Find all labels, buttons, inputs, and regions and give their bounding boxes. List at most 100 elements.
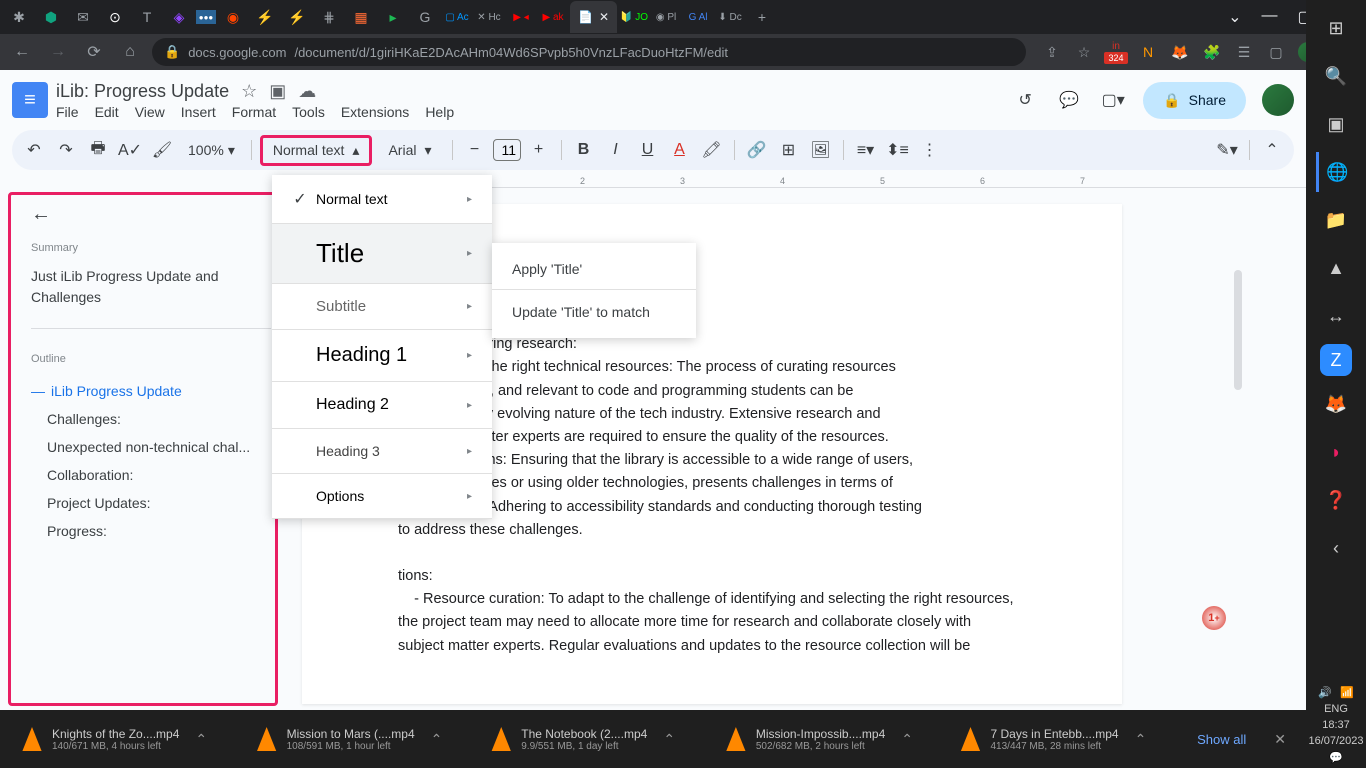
zoom-icon[interactable]: Z (1320, 344, 1352, 376)
reload-button[interactable]: ⟳ (80, 38, 108, 66)
download-item[interactable]: Mission-Impossib....mp4502/682 MB, 2 hou… (716, 723, 943, 756)
menu-help[interactable]: Help (425, 104, 454, 120)
clock-date[interactable]: 16/07/2023 (1308, 735, 1363, 747)
menu-insert[interactable]: Insert (181, 104, 216, 120)
tab-icon[interactable]: ⚡ (282, 3, 312, 31)
tab-icon[interactable]: ⬢ (36, 3, 66, 31)
ext-icon[interactable]: ☰ (1234, 42, 1254, 62)
style-option-options[interactable]: Options▸ (272, 474, 492, 519)
chevron-up-icon[interactable]: ⌃ (1127, 731, 1155, 748)
outline-item[interactable]: Progress: (31, 517, 271, 545)
history-icon[interactable]: ↺ (1011, 86, 1039, 114)
extensions-icon[interactable]: 🧩 (1202, 42, 1222, 62)
notification-badge[interactable]: 1+ (1202, 606, 1226, 630)
chevron-up-icon[interactable]: ⌃ (893, 731, 921, 748)
ext-icon[interactable]: ▢ (1266, 42, 1286, 62)
paint-format-button[interactable]: 🖌 (148, 136, 176, 164)
tab-icon[interactable]: ▦ (346, 3, 376, 31)
scrollbar[interactable] (1234, 270, 1242, 390)
tab-icon[interactable]: ⚡ (250, 3, 280, 31)
zoom-select[interactable]: 100% ▾ (180, 142, 243, 159)
style-option-h3[interactable]: Heading 3▸ (272, 429, 492, 474)
share-button[interactable]: 🔒 Share (1143, 82, 1246, 119)
highlight-button[interactable]: 🖍 (698, 136, 726, 164)
show-all-button[interactable]: Show all (1185, 732, 1258, 747)
menu-view[interactable]: View (135, 104, 165, 120)
tab-icon[interactable]: ◉ (218, 3, 248, 31)
tab-dropdown-icon[interactable]: ⌄ (1228, 7, 1241, 27)
tab-icon[interactable]: ●●● (196, 10, 216, 24)
align-button[interactable]: ≡▾ (852, 136, 880, 164)
style-option-h2[interactable]: Heading 2▸ (272, 382, 492, 429)
tab-icon[interactable]: ⋕ (314, 3, 344, 31)
download-item[interactable]: Knights of the Zo....mp4140/671 MB, 4 ho… (12, 723, 239, 756)
text-color-button[interactable]: A (666, 136, 694, 164)
tab-icon[interactable]: T (132, 3, 162, 31)
tab-icon[interactable]: ◉ Pl (651, 3, 681, 31)
teamviewer-icon[interactable]: ↔ (1316, 296, 1356, 336)
style-option-h1[interactable]: Heading 1▸ (272, 330, 492, 382)
menu-edit[interactable]: Edit (95, 104, 119, 120)
tab-icon[interactable]: ◈ (164, 3, 194, 31)
image-button[interactable]: 🖼 (807, 136, 835, 164)
style-option-normal[interactable]: ✓Normal text▸ (272, 175, 492, 224)
clock-time[interactable]: 18:37 (1322, 719, 1350, 731)
metamask-icon[interactable]: 🦊 (1170, 42, 1190, 62)
increase-size-button[interactable]: + (525, 136, 553, 164)
home-button[interactable]: ⌂ (116, 38, 144, 66)
meet-icon[interactable]: ▢▾ (1099, 86, 1127, 114)
redo-button[interactable]: ↷ (52, 136, 80, 164)
address-bar[interactable]: 🔒 docs.google.com/document/d/1giriHKaE2D… (152, 38, 1026, 66)
download-item[interactable]: 7 Days in Entebb....mp4413/447 MB, 28 mi… (951, 723, 1178, 756)
close-bar-icon[interactable]: ✕ (1266, 731, 1294, 748)
search-icon[interactable]: 🔍 (1316, 56, 1356, 96)
tab-icon[interactable]: G (410, 3, 440, 31)
print-button[interactable]: 🖶 (84, 136, 112, 164)
link-button[interactable]: 🔗 (743, 136, 771, 164)
volume-icon[interactable]: 🔊 (1318, 686, 1332, 699)
bold-button[interactable]: B (570, 136, 598, 164)
style-option-title[interactable]: Title▸ (272, 224, 492, 284)
firefox-icon[interactable]: 🦊 (1316, 384, 1356, 424)
underline-button[interactable]: U (634, 136, 662, 164)
line-spacing-button[interactable]: ⬍≡ (884, 136, 912, 164)
star-icon[interactable]: ☆ (1074, 42, 1094, 62)
copilot-icon[interactable]: ▣ (1316, 104, 1356, 144)
docs-logo-icon[interactable]: ≡ (12, 82, 48, 118)
tab-icon[interactable]: 🔰 JO (619, 3, 649, 31)
spellcheck-button[interactable]: A✓ (116, 136, 144, 164)
user-avatar[interactable] (1262, 84, 1294, 116)
ext-icon[interactable]: in324 (1106, 42, 1126, 62)
tab-icon[interactable]: ▸ (378, 3, 408, 31)
decrease-size-button[interactable]: − (461, 136, 489, 164)
menu-tools[interactable]: Tools (292, 104, 325, 120)
chevron-up-icon[interactable]: ⌃ (423, 731, 451, 748)
tab-icon[interactable]: G Al (683, 3, 713, 31)
wifi-icon[interactable]: 📶 (1340, 686, 1354, 699)
tab-close-icon[interactable]: ✕ (599, 10, 609, 24)
menu-file[interactable]: File (56, 104, 79, 120)
tab-icon[interactable]: ✕ Hc (474, 3, 504, 31)
back-button[interactable]: ← (8, 38, 36, 66)
undo-button[interactable]: ↶ (20, 136, 48, 164)
style-option-subtitle[interactable]: Subtitle▸ (272, 284, 492, 330)
move-icon[interactable]: ▣ (269, 81, 286, 102)
outline-back-button[interactable]: ← (31, 203, 271, 226)
menu-format[interactable]: Format (232, 104, 276, 120)
outline-item[interactable]: Unexpected non-technical chal... (31, 433, 271, 461)
font-size-input[interactable]: 11 (493, 139, 521, 161)
tab-icon[interactable]: ⬇ Dc (715, 3, 745, 31)
chevron-up-icon[interactable]: ⌃ (187, 731, 215, 748)
star-icon[interactable]: ☆ (241, 81, 257, 102)
chrome-icon[interactable]: 🌐 (1316, 152, 1356, 192)
download-item[interactable]: Mission to Mars (....mp4108/591 MB, 1 ho… (247, 723, 474, 756)
update-title-item[interactable]: Update 'Title' to match (492, 294, 696, 330)
language-indicator[interactable]: ENG (1324, 703, 1348, 715)
forward-button[interactable]: → (44, 38, 72, 66)
download-item[interactable]: The Notebook (2....mp49.9/551 MB, 1 day … (481, 723, 708, 756)
vlc-icon[interactable]: ▲ (1316, 248, 1356, 288)
outline-item[interactable]: Challenges: (31, 405, 271, 433)
windows-icon[interactable]: ⊞ (1316, 8, 1356, 48)
italic-button[interactable]: I (602, 136, 630, 164)
comments-icon[interactable]: 💬 (1055, 86, 1083, 114)
